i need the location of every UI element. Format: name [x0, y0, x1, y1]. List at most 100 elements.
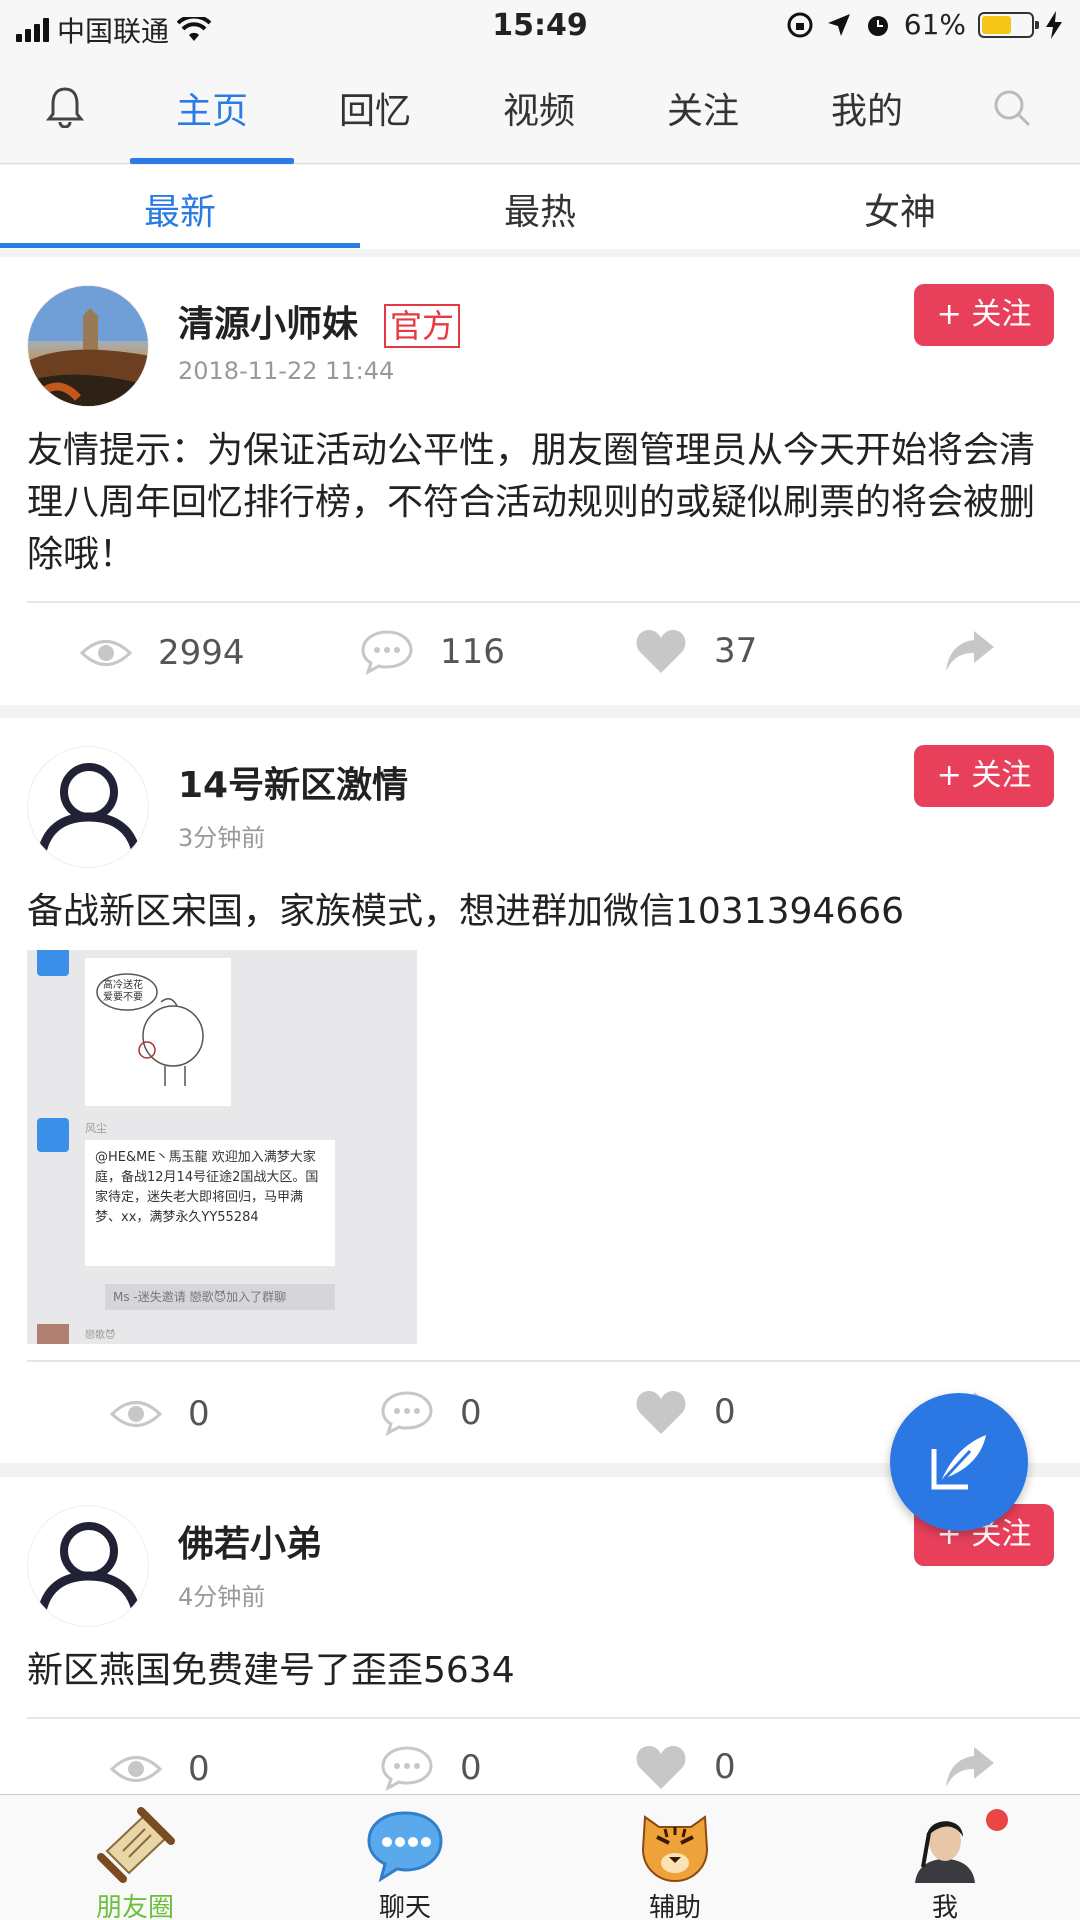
- bottom-nav-chat[interactable]: 聊天: [270, 1795, 540, 1920]
- post-timestamp: 4分钟前: [178, 1583, 266, 1611]
- top-nav: 主页 回忆 视频 关注 我的: [0, 54, 1080, 164]
- eye-icon: [110, 1756, 162, 1782]
- chat-sender: 风尘: [85, 1122, 107, 1135]
- post-timestamp: 3分钟前: [178, 824, 266, 852]
- post-content: 备战新区宋国，家族模式，想进群加微信1031394666: [27, 891, 905, 932]
- sticker-image: 高冷送花 爱要不要: [85, 958, 231, 1106]
- scroll-icon: [97, 1807, 175, 1883]
- heart-icon: [636, 630, 686, 673]
- comments-stat[interactable]: 116: [360, 629, 505, 675]
- post-card: 清源小师妹 官方 2018-11-22 11:44 + 关注 友情提示：为保证活动…: [0, 257, 1080, 705]
- bell-icon[interactable]: [46, 86, 84, 128]
- comment-icon: [381, 1391, 433, 1436]
- bottom-nav-label: 朋友圈: [95, 1893, 174, 1920]
- chat-avatar-icon: [37, 1118, 69, 1152]
- sub-tab-hottest[interactable]: 最热: [360, 183, 720, 235]
- default-avatar-icon: [37, 1522, 141, 1613]
- official-badge: 官方: [384, 304, 461, 348]
- post-divider: [27, 601, 1080, 603]
- comments-count: 116: [440, 632, 505, 672]
- user-portrait-icon: [915, 1821, 975, 1883]
- heart-icon: [636, 1391, 686, 1434]
- chat-system-note: Ms -迷失邀请 戀歌😈加入了群聊: [105, 1284, 335, 1310]
- likes-count: 0: [714, 1747, 736, 1787]
- username[interactable]: 14号新区激情: [178, 756, 408, 808]
- username-text: 清源小师妹: [178, 304, 359, 345]
- compose-icon: [931, 1435, 986, 1490]
- chat-message: @HE&ME丶馬玉龍 欢迎加入满梦大家庭，备战12月14号征途2国战大区。国家待…: [85, 1140, 335, 1266]
- tab-videos[interactable]: 视频: [459, 82, 619, 134]
- views-count: 2994: [158, 633, 245, 673]
- views-stat: 2994: [80, 633, 245, 673]
- post-content: 友情提示：为保证活动公平性，朋友圈管理员从今天开始将会清理八周年回忆排行榜，不符…: [27, 430, 1036, 575]
- tab-following[interactable]: 关注: [623, 82, 783, 134]
- charging-icon: [1046, 10, 1062, 39]
- bottom-nav-label: 我: [931, 1893, 958, 1920]
- avatar-image: [28, 286, 148, 406]
- bottom-nav-label: 辅助: [648, 1893, 701, 1920]
- post-timestamp: 2018-11-22 11:44: [178, 357, 395, 385]
- avatar[interactable]: [27, 746, 149, 868]
- tiger-icon: [641, 1815, 709, 1883]
- sub-tab-goddess[interactable]: 女神: [720, 183, 1080, 235]
- comment-icon: [361, 630, 413, 675]
- default-avatar-icon: [37, 763, 141, 854]
- avatar[interactable]: [27, 285, 149, 407]
- sticker-text: 高冷送花 爱要不要: [103, 980, 143, 1003]
- sub-tab-latest[interactable]: 最新: [0, 183, 360, 235]
- eye-icon: [110, 1401, 162, 1427]
- avatar[interactable]: [27, 1505, 149, 1627]
- post-card: 14号新区激情 3分钟前 + 关注 备战新区宋国，家族模式，想进群加微信1031…: [0, 718, 1080, 1463]
- comment-icon: [381, 1746, 433, 1791]
- top-nav-underline: [130, 158, 294, 164]
- chat-footer-name: 戀歌😈: [85, 1330, 116, 1341]
- views-stat: 0: [110, 1394, 210, 1434]
- compose-button[interactable]: [890, 1393, 1028, 1531]
- views-count: 0: [188, 1394, 210, 1434]
- battery-fill: [982, 15, 1012, 34]
- chat-avatar-icon: [37, 950, 69, 976]
- chat-avatar-icon: [37, 1324, 69, 1344]
- follow-button[interactable]: + 关注: [914, 284, 1054, 346]
- bottom-nav: 朋友圈 聊天 辅助 我: [0, 1794, 1080, 1920]
- battery-percent: 61%: [903, 8, 966, 41]
- likes-count: 0: [714, 1392, 736, 1432]
- status-bar: 中国联通 15:49 61%: [0, 0, 1080, 54]
- location-icon: [827, 13, 850, 36]
- comments-count: 0: [460, 1393, 482, 1433]
- bottom-nav-me[interactable]: 我: [810, 1795, 1080, 1920]
- likes-count: 37: [714, 631, 758, 671]
- likes-stat[interactable]: 0: [634, 1743, 736, 1791]
- heart-icon: [636, 1746, 686, 1789]
- tab-memories[interactable]: 回忆: [295, 82, 455, 134]
- notification-dot: [986, 1809, 1008, 1831]
- sub-tab-underline: [0, 243, 360, 248]
- battery-icon: [978, 11, 1039, 38]
- views-count: 0: [188, 1749, 210, 1789]
- post-divider: [27, 1717, 1080, 1719]
- comments-stat[interactable]: 0: [380, 1390, 482, 1436]
- share-icon[interactable]: [944, 1745, 996, 1789]
- alarm-icon: [867, 15, 888, 36]
- post-divider: [27, 1360, 1080, 1362]
- likes-stat[interactable]: 0: [634, 1388, 736, 1436]
- search-icon[interactable]: [992, 88, 1032, 128]
- username[interactable]: 佛若小弟: [178, 1515, 322, 1567]
- post-image[interactable]: 高冷送花 爱要不要 风尘 @HE&ME丶馬玉龍 欢迎加入满梦大家庭，备战12月1…: [27, 950, 417, 1344]
- chat-bubble-icon: [367, 1811, 443, 1883]
- tab-mine[interactable]: 我的: [787, 82, 947, 134]
- comments-stat[interactable]: 0: [380, 1745, 482, 1791]
- status-right: 61%: [786, 8, 1062, 41]
- post-card: 佛若小弟 4分钟前 + 关注 新区燕国免费建号了歪歪5634 0 0 0: [0, 1477, 1080, 1794]
- bottom-nav-assist[interactable]: 辅助: [540, 1795, 810, 1920]
- username[interactable]: 清源小师妹 官方: [178, 295, 461, 348]
- sub-tabs: 最新 最热 女神: [0, 165, 1080, 249]
- bottom-nav-moments[interactable]: 朋友圈: [0, 1795, 270, 1920]
- share-icon[interactable]: [944, 629, 996, 673]
- post-content: 新区燕国免费建号了歪歪5634: [27, 1650, 515, 1691]
- likes-stat[interactable]: 37: [634, 627, 757, 675]
- follow-button[interactable]: + 关注: [914, 745, 1054, 807]
- eye-icon: [80, 640, 132, 666]
- views-stat: 0: [110, 1749, 210, 1789]
- tab-home[interactable]: 主页: [132, 82, 292, 134]
